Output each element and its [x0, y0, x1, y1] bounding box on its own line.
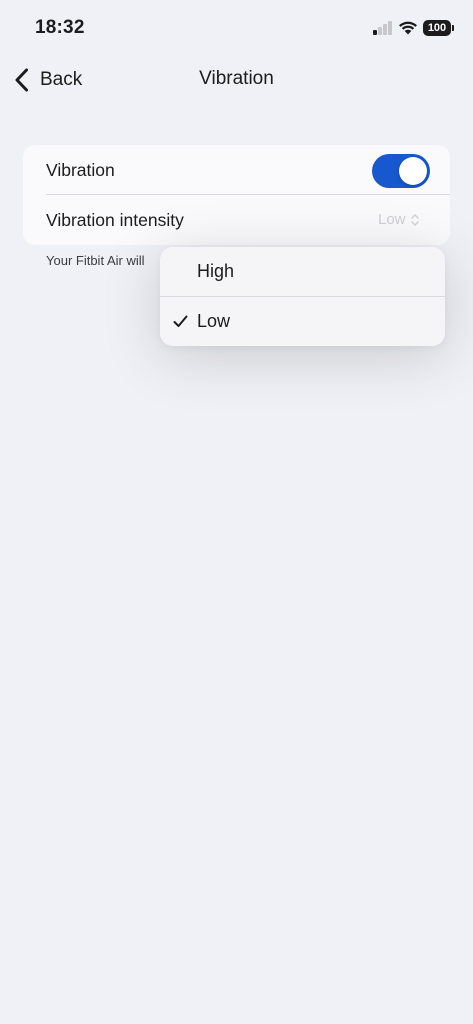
battery-icon: 100 — [423, 20, 454, 36]
page-title: Vibration — [199, 68, 274, 89]
settings-card: Vibration Vibration intensity Low — [23, 145, 450, 245]
menu-option-low[interactable]: Low — [160, 297, 445, 346]
vibration-settings-screen: 18:32 100 Back Vibration Vibration Vibra… — [0, 0, 473, 1024]
battery-level: 100 — [423, 20, 451, 36]
menu-option-label: Low — [197, 311, 231, 331]
vibration-toggle[interactable] — [372, 154, 430, 188]
status-bar: 18:32 100 — [0, 0, 473, 56]
vibration-row: Vibration — [23, 145, 450, 195]
menu-option-high[interactable]: High — [160, 247, 445, 297]
status-time: 18:32 — [35, 17, 85, 38]
cellular-signal-icon — [373, 21, 393, 35]
toggle-knob — [399, 157, 427, 185]
intensity-menu: High Low — [160, 247, 445, 346]
intensity-picker[interactable]: Low — [378, 211, 420, 228]
intensity-value: Low — [378, 211, 406, 228]
vibration-label: Vibration — [46, 160, 115, 180]
wifi-icon — [399, 21, 417, 35]
vibration-intensity-row[interactable]: Vibration intensity Low — [23, 195, 450, 245]
vibration-intensity-label: Vibration intensity — [46, 210, 184, 230]
chevron-up-down-icon — [410, 213, 419, 226]
footer-note: Your Fitbit Air will — [46, 253, 145, 268]
menu-option-label: High — [197, 261, 235, 281]
checkmark-icon — [173, 315, 188, 327]
